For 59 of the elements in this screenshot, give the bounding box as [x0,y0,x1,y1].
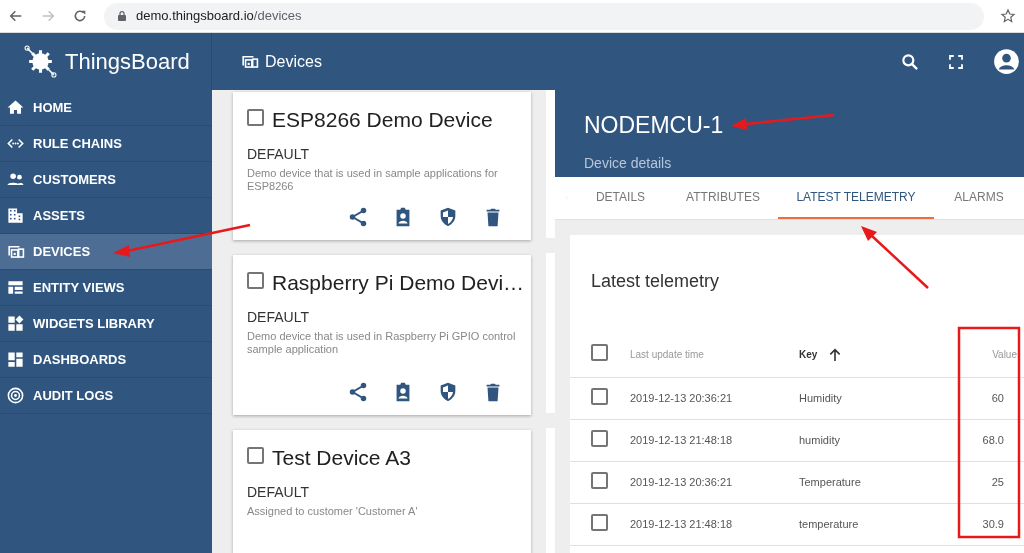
address-bar[interactable]: demo.thingsboard.io/devices [104,2,984,30]
table-cell-text: 30.9 [981,517,1004,533]
device-description: Assigned to customer 'Customer A' [247,504,419,518]
logo-text: ThingsBoard [65,48,190,76]
url-text: demo.thingsboard.io/devices [136,7,302,26]
column-header[interactable]: Key [799,347,818,362]
device-description: Demo device that is used in sample applications for ESP8266 [247,166,499,193]
device-name: Raspberry Pi Demo Devi… [272,270,525,296]
reload-icon[interactable] [72,8,88,24]
annotation-arrow [861,226,929,289]
account-icon[interactable] [993,48,1020,75]
tab[interactable]: LATEST TELEMETRY [778,177,934,219]
table-cell-text: Temperature [799,475,862,491]
table-cell-text: 2019-12-13 21:48:18 [630,517,734,533]
table-cell-text: 2019-12-13 20:36:21 [630,391,734,407]
checkbox[interactable] [247,109,264,127]
checkbox[interactable] [247,447,264,465]
lock-icon [116,10,128,22]
checkbox[interactable] [591,471,608,489]
table-cell-text: 2019-12-13 20:36:21 [630,475,734,491]
checkbox[interactable] [591,387,608,405]
tab[interactable]: ALARMS [934,177,1024,219]
menu-item-icon [6,278,25,297]
checkbox[interactable] [591,513,608,531]
search-icon[interactable] [900,51,920,72]
menu-item-icon [6,314,25,333]
checkbox[interactable] [247,272,264,290]
menu-item-icon [6,206,25,225]
device-profile: DEFAULT [247,307,310,327]
device-subtitle: Device details [584,153,673,173]
page-title: Devices [265,51,322,72]
device-profile: DEFAULT [247,144,310,164]
star-icon[interactable] [1000,8,1016,24]
device-name: ESP8266 Demo Device [272,107,493,133]
back-icon[interactable] [8,8,24,24]
menu-item-icon [6,98,25,117]
checkbox[interactable] [591,344,608,361]
gear-logo-icon [24,45,57,78]
device-title: NODEMCU-1 [584,111,724,140]
device-profile: DEFAULT [247,482,310,502]
table-cell-text: 60 [990,391,1004,407]
share-icon[interactable] [347,381,369,403]
table-cell-text: 2019-12-13 21:48:18 [630,433,734,449]
checkbox[interactable] [591,429,608,447]
share-icon[interactable] [347,206,369,228]
sidebar-item[interactable]: DEVICES [0,234,212,270]
card-title: Latest telemetry [590,270,721,293]
device-name: Test Device A3 [272,445,411,471]
table-cell-text: humidity [799,433,841,449]
fullscreen-icon[interactable] [947,52,965,71]
menu-item-icon [6,386,25,405]
table-cell-text: 25 [990,475,1004,491]
device-description: Demo device that is used in Raspberry Pi GPIO control sample application [247,329,517,356]
tab[interactable]: ATTRIBUTES [668,177,778,219]
menu-item-icon [6,350,25,369]
tab[interactable]: DETAILS [573,177,668,219]
table-cell-text: 68.0 [981,433,1004,449]
table-cell-text: Humidity [799,391,843,407]
table-cell-text: temperature [799,517,860,533]
